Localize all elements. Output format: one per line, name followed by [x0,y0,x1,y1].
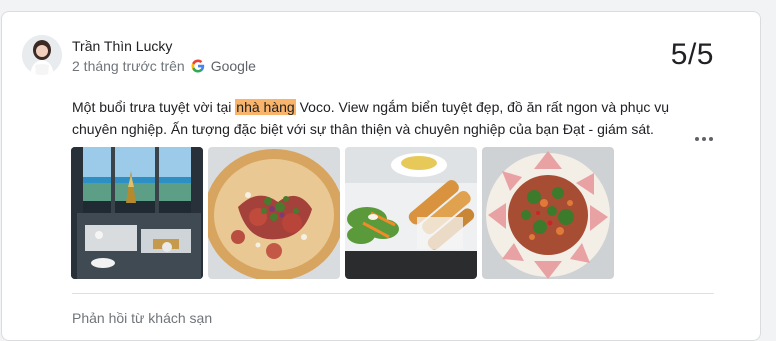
review-text-part-1: Một buổi trưa tuyệt vời tại [72,99,236,115]
more-horiz-icon-dot-3 [709,137,713,141]
review-text: Một buổi trưa tuyệt vời tại nhà hàng Voc… [72,96,702,140]
review-card: Trần Thìn Lucky 2 tháng trước trên Googl… [1,11,761,341]
reviewer-avatar[interactable] [22,35,62,75]
reviewer-name[interactable]: Trần Thìn Lucky [72,38,172,54]
more-horiz-icon-dot-2 [702,137,706,141]
hotel-reply-label[interactable]: Phản hồi từ khách sạn [72,310,212,326]
review-photos [71,147,614,279]
more-options-button[interactable] [692,132,716,146]
review-source: Google [210,58,256,74]
review-photo-1[interactable] [71,147,203,279]
google-logo-icon [191,59,205,73]
review-photo-2[interactable] [208,147,340,279]
review-rating: 5/5 [670,38,714,71]
review-meta: 2 tháng trước trên Google [72,58,256,74]
review-photo-4[interactable] [482,147,614,279]
review-text-highlight: nhà hàng [235,99,296,115]
review-time: 2 tháng trước trên [72,58,185,74]
review-photo-3[interactable] [345,147,477,279]
more-horiz-icon [695,137,699,141]
reply-divider [72,293,714,294]
